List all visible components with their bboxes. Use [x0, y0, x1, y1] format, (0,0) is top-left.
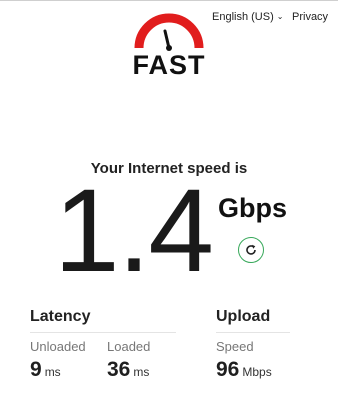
- privacy-link[interactable]: Privacy: [292, 11, 328, 23]
- unloaded-unit: ms: [44, 365, 61, 379]
- speedometer-gauge-icon: [134, 13, 204, 51]
- unloaded-number: 9: [30, 358, 42, 381]
- speed-value: 1.4: [54, 165, 214, 297]
- chevron-down-icon: ⌄: [276, 12, 284, 21]
- loaded-value: 36 ms: [107, 358, 149, 382]
- unloaded-label: Unloaded: [30, 339, 86, 354]
- loaded-label: Loaded: [107, 339, 151, 354]
- upload-speed-label: Speed: [216, 339, 254, 354]
- language-label: English (US): [212, 11, 274, 23]
- upload-divider: [216, 332, 290, 333]
- upload-speed-value: 96 Mbps: [216, 358, 272, 382]
- refresh-icon: [246, 244, 256, 255]
- upload-title: Upload: [216, 308, 271, 325]
- latency-divider: [30, 332, 176, 333]
- fast-logo[interactable]: FAST: [131, 10, 207, 80]
- loaded-unit: ms: [133, 365, 150, 379]
- speed-units: Gbps: [218, 193, 288, 223]
- loaded-number: 36: [107, 358, 131, 381]
- refresh-button[interactable]: [238, 237, 264, 263]
- unloaded-value: 9 ms: [30, 358, 61, 382]
- logo-text: FAST: [132, 50, 206, 80]
- language-selector[interactable]: English (US) ⌄: [212, 11, 283, 23]
- upload-speed-unit: Mbps: [242, 365, 272, 379]
- latency-title: Latency: [30, 308, 91, 325]
- upload-speed-number: 96: [216, 358, 240, 381]
- top-border: [0, 0, 338, 1]
